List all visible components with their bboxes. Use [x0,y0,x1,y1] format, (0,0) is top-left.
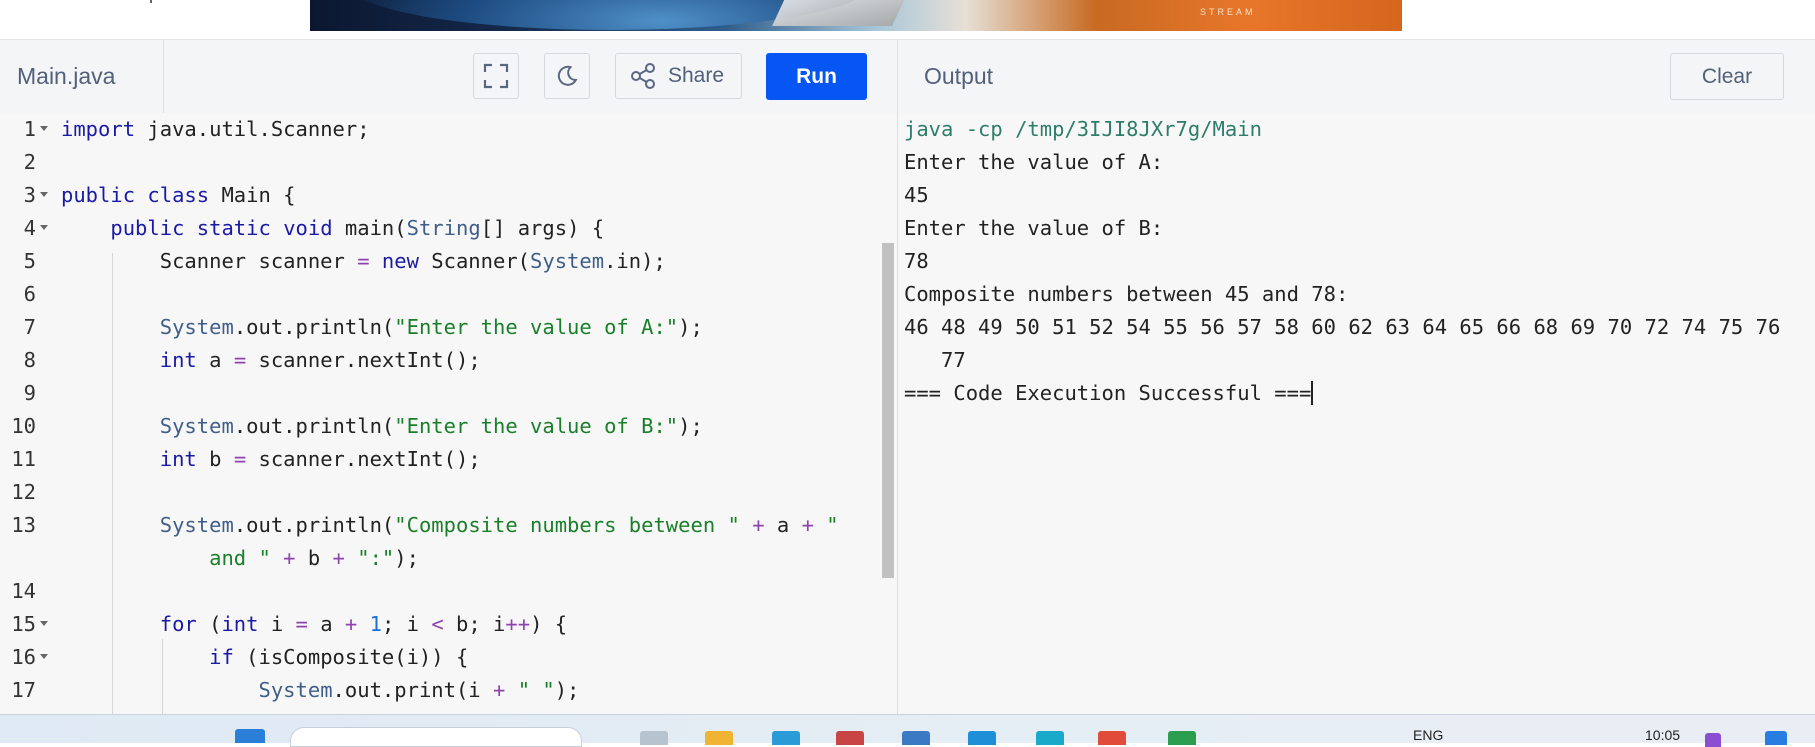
clear-button[interactable]: Clear [1670,53,1784,100]
banner-text: STREAM [1200,7,1256,17]
moon-icon [557,65,578,86]
output-title: Output [924,63,994,89]
fullscreen-icon [483,63,509,89]
code-line: 9 [23,381,36,405]
fold-arrow-icon[interactable] [40,621,48,626]
code-editor[interactable]: 1 import java.util.Scanner; 2 3 public c… [0,113,897,714]
code-line: 10 System.out.println("Enter the value o… [11,414,703,438]
language-indicator[interactable]: ENG [1413,727,1443,743]
file-explorer-icon[interactable] [705,731,733,745]
output-line-wrapped: 77 [904,348,966,372]
clear-label: Clear [1701,64,1753,88]
output-console[interactable]: java -cp /tmp/3IJI8JXr7g/Main Enter the … [898,113,1815,714]
output-status-text: === Code Execution Successful === [904,381,1312,405]
whatsapp-icon[interactable] [1168,731,1196,745]
editor-scrollbar-thumb[interactable] [882,243,894,578]
app-icon[interactable] [968,731,996,745]
tab-main-java[interactable]: Main.java [0,40,164,113]
code-line: 12 [11,480,36,504]
browser-icon[interactable] [1036,731,1064,745]
output-command-line: java -cp /tmp/3IJI8JXr7g/Main [904,117,1262,141]
code-line: 7 System.out.println("Enter the value of… [23,315,703,339]
code-line-wrapped: and " + b + ":"); [209,546,419,570]
output-status-line: === Code Execution Successful === [904,377,1314,410]
file-tab-label: Main.java [17,63,116,89]
code-line: 15 for (int i = a + 1; i < b; i++) { [11,612,568,636]
run-button[interactable]: Run [766,53,867,100]
chrome-icon[interactable] [1098,731,1126,745]
code-line: 14 [11,579,36,603]
code-line: 13 System.out.println("Composite numbers… [11,513,839,537]
code-line: 4 public static void main(String[] args)… [23,216,605,240]
code-line: 2 [23,150,36,174]
notification-icon[interactable] [1765,731,1787,745]
code-line: 11 int b = scanner.nextInt(); [11,447,481,471]
fold-arrow-icon[interactable] [40,192,48,197]
text-caret [1311,381,1314,405]
ad-banner[interactable]: STREAM [310,0,1402,31]
start-icon[interactable] [235,729,265,743]
fold-arrow-icon[interactable] [40,654,48,659]
code-line: 17 System.out.print(i + " "); [11,678,580,702]
code-line: 5 Scanner scanner = new Scanner(System.i… [23,249,666,273]
copilot-icon[interactable] [1705,733,1721,747]
theme-toggle-button[interactable] [544,53,590,99]
taskbar-search-box[interactable] [290,727,582,747]
editor-toolbar: Main.java Share Run Output Clear [0,39,1815,114]
code-line: 6 [23,282,36,306]
run-label: Run [796,64,837,88]
code-line: 16 if (isComposite(i)) { [11,645,469,669]
edge-icon[interactable] [772,731,800,745]
fold-arrow-icon[interactable] [40,225,48,230]
clock[interactable]: 10:05 [1645,727,1680,743]
code-line: 3 public class Main { [23,183,296,207]
code-line: 8 int a = scanner.nextInt(); [23,348,481,372]
fold-arrow-icon[interactable] [40,126,48,131]
banner-spacecraft-image [772,0,908,26]
output-line: Enter the value of A: [904,150,1164,174]
strip-mark [150,0,152,3]
output-line: Composite numbers between 45 and 78: [904,282,1349,306]
fullscreen-button[interactable] [473,53,519,99]
task-view-icon[interactable] [640,731,668,745]
output-line: 45 [904,183,929,207]
share-icon [631,63,655,89]
share-label: Share [668,64,725,87]
windows-taskbar: ENG 10:05 [0,714,1815,747]
store-icon[interactable] [902,731,930,745]
share-button[interactable]: Share [615,53,742,99]
output-line: Enter the value of B: [904,216,1164,240]
output-line: 78 [904,249,929,273]
mail-icon[interactable] [836,731,864,745]
output-line: 46 48 49 50 51 52 54 55 56 57 58 60 62 6… [904,315,1781,339]
code-line: 1 import java.util.Scanner; [23,117,370,141]
ad-strip: STREAM [0,0,1815,38]
